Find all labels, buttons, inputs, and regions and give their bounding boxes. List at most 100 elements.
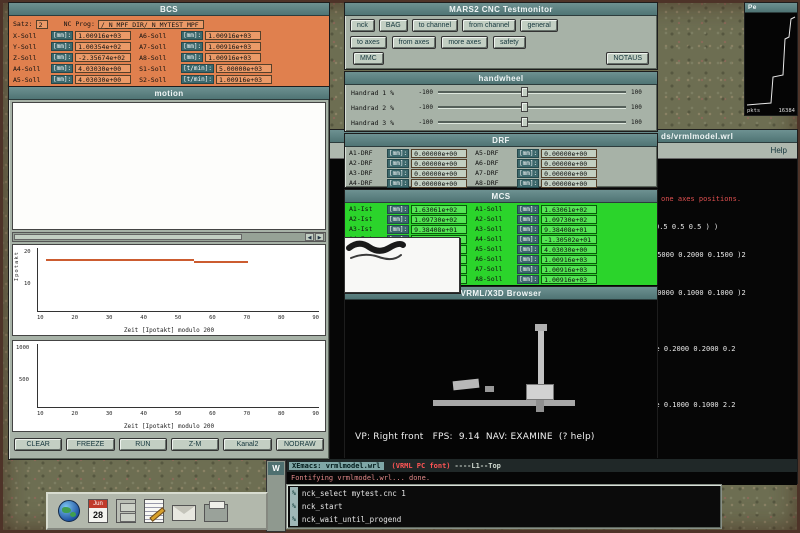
- axis-label: A7-Soll: [139, 43, 179, 51]
- testmonitor-row-2: to axes from axes more axes safety: [345, 35, 657, 50]
- axis-label: A6-Soll: [139, 32, 179, 40]
- plot-1: Ipotakt 20 10 102030405060708090 Zeit [I…: [12, 244, 326, 336]
- axis-value: 4.03030e+00: [75, 75, 131, 84]
- axis-label: A1-Soll: [475, 205, 515, 213]
- axis-label: S1-Soll: [139, 65, 179, 73]
- handwheel-row: Handrad 2 % -100 100: [345, 100, 657, 115]
- motion-titlebar[interactable]: motion: [9, 87, 329, 100]
- slider-thumb[interactable]: [521, 117, 528, 127]
- satz-label: Satz:: [13, 20, 33, 28]
- bcs-titlebar[interactable]: BCS: [9, 3, 329, 16]
- shell-prompt: %: [290, 487, 298, 500]
- mail-icon[interactable]: [172, 505, 196, 521]
- scribble-drawing: [345, 238, 459, 292]
- x-tick: 40: [140, 411, 147, 417]
- printer-icon[interactable]: [204, 504, 228, 522]
- text-editor-icon[interactable]: [144, 499, 164, 523]
- run-button[interactable]: RUN: [119, 438, 167, 451]
- axis-value: 1.09730e+02: [541, 215, 597, 224]
- handwheel-window: handwheel Handrad 1 % -100 100 Handrad 2…: [344, 71, 658, 132]
- unit-chip: [mm]:: [387, 149, 409, 158]
- motion-hscrollbar[interactable]: ◀ ▶: [12, 232, 326, 242]
- general-button[interactable]: general: [520, 19, 557, 32]
- axis-value: 0.00000e+00: [541, 149, 597, 158]
- help-menu[interactable]: Help: [771, 146, 787, 155]
- clear-button[interactable]: CLEAR: [14, 438, 62, 451]
- mcs-titlebar[interactable]: MCS: [345, 190, 657, 203]
- popup-note[interactable]: [344, 237, 460, 293]
- axis-label: A4-Soll: [13, 65, 49, 73]
- more-axes-button[interactable]: more axes: [441, 36, 488, 49]
- unit-chip: [mm]:: [51, 75, 73, 84]
- perf-titlebar[interactable]: Pe: [745, 3, 797, 13]
- nc-prog-label: NC Prog:: [64, 20, 95, 28]
- scroll-right-arrow-icon[interactable]: ▶: [315, 233, 324, 241]
- plot1-area: [37, 248, 319, 312]
- axis-label: A8-Soll: [475, 275, 515, 283]
- axis-label: A3-DRF: [349, 169, 385, 177]
- axis-label: A3-Ist: [349, 225, 385, 233]
- vrml-viewport[interactable]: VP: Right front FPS: 9.14 NAV: EXAMINE (…: [345, 300, 657, 458]
- terminal-command: nck_select mytest.cnc 1: [302, 487, 406, 500]
- plot-2: 1000 500 102030405060708090 Zeit [Ipotak…: [12, 340, 326, 432]
- data-row: A4-DRF[mm]:0.00000e+00 A8-DRF[mm]:0.0000…: [349, 178, 657, 188]
- scroll-left-arrow-icon[interactable]: ◀: [305, 233, 314, 241]
- axis-label: A6-DRF: [475, 159, 515, 167]
- bag-button[interactable]: BAG: [379, 19, 408, 32]
- axis-label: A2-DRF: [349, 159, 385, 167]
- unit-chip: [mm]:: [517, 245, 539, 254]
- nodraw-button[interactable]: NODRAW: [276, 438, 324, 451]
- slider-max: 100: [631, 89, 651, 96]
- unit-chip: [mm]:: [387, 205, 409, 214]
- axis-value: 1.00916e+03: [205, 31, 261, 40]
- perf-footer-label: pkts: [747, 108, 760, 114]
- x-tick: 90: [312, 411, 319, 417]
- axis-label: Z-Soll: [13, 54, 49, 62]
- data-row: A5-Soll[mm]:4.03030e+00 S2-Soll[t/min]:1…: [13, 74, 329, 85]
- calendar-icon[interactable]: Jun 28: [88, 499, 108, 523]
- trace-line: [194, 261, 248, 263]
- nck-button[interactable]: nck: [350, 19, 375, 32]
- x-tick: 20: [71, 411, 78, 417]
- axis-label: A7-DRF: [475, 169, 515, 177]
- freeze-button[interactable]: FREEZE: [66, 438, 114, 451]
- handwheel-1-slider[interactable]: [438, 91, 626, 94]
- handwheel-3-slider[interactable]: [438, 121, 626, 124]
- notaus-button[interactable]: NOTAUS: [606, 52, 649, 65]
- editor-modeline: XEmacs: vrmlmodel.wrl (VRML PC font) ---…: [287, 459, 797, 472]
- unit-chip: [mm]:: [387, 169, 409, 178]
- slider-max: 100: [631, 119, 651, 126]
- mmc-button[interactable]: MMC: [353, 52, 384, 65]
- from-channel-button[interactable]: from channel: [462, 19, 516, 32]
- handwheel-2-slider[interactable]: [438, 106, 626, 109]
- front-panel: Jun 28: [46, 492, 268, 530]
- plot2-xlabel: Zeit [Ipotakt] modulo 200: [13, 423, 325, 430]
- z-m-button[interactable]: Z-M: [171, 438, 219, 451]
- x-tick: 10: [37, 315, 44, 321]
- to-channel-button[interactable]: to channel: [412, 19, 458, 32]
- scrollbar-thumb[interactable]: [14, 234, 242, 240]
- unit-chip: [mm]:: [517, 169, 539, 178]
- testmonitor-titlebar[interactable]: MARS2 CNC Testmonitor: [345, 3, 657, 16]
- safety-button[interactable]: safety: [493, 36, 526, 49]
- testmonitor-title: MARS2 CNC Testmonitor: [449, 5, 553, 14]
- drf-title: DRF: [492, 136, 510, 145]
- x-tick: 30: [106, 315, 113, 321]
- slider-thumb[interactable]: [521, 87, 528, 97]
- kanal2-button[interactable]: Kanal2: [223, 438, 271, 451]
- to-axes-button[interactable]: to axes: [350, 36, 387, 49]
- iconified-window[interactable]: W: [266, 460, 286, 532]
- machine-block: [485, 386, 494, 392]
- from-axes-button[interactable]: from axes: [392, 36, 437, 49]
- editor-line: one axes positions.: [661, 195, 741, 203]
- axis-value: -1.30502e+01: [541, 235, 597, 244]
- drf-titlebar[interactable]: DRF: [345, 134, 657, 147]
- slider-thumb[interactable]: [521, 102, 528, 112]
- modeline-font-info: (VRML PC font): [392, 462, 451, 470]
- data-row: A2-DRF[mm]:0.00000e+00 A6-DRF[mm]:0.0000…: [349, 158, 657, 168]
- globe-icon[interactable]: [58, 500, 80, 522]
- handwheel-titlebar[interactable]: handwheel: [345, 72, 657, 85]
- motion-title: motion: [154, 89, 183, 98]
- file-manager-icon[interactable]: [116, 499, 136, 523]
- shell-terminal-window[interactable]: % nck_select mytest.cnc 1 % nck_start % …: [286, 484, 722, 529]
